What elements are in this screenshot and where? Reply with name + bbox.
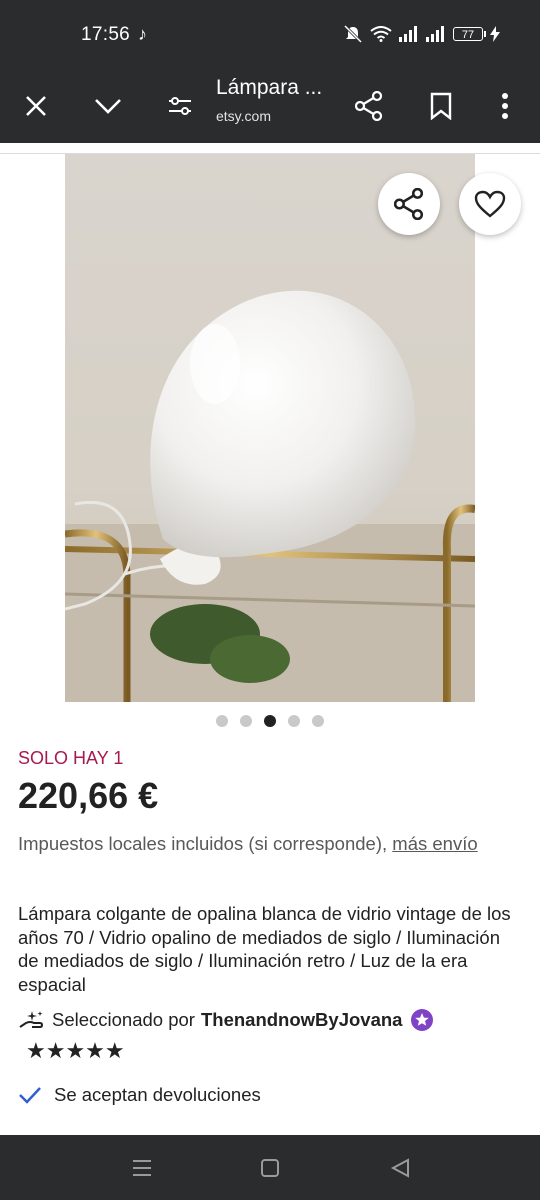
- rating-stars[interactable]: ★★★★★: [26, 1038, 125, 1064]
- listing-title: Lámpara colgante de opalina blanca de vi…: [18, 903, 511, 995]
- share-icon: [394, 188, 424, 220]
- check-icon: [19, 1087, 41, 1104]
- pagination-dot[interactable]: [312, 715, 324, 727]
- tax-note: Impuestos locales incluidos (si correspo…: [18, 830, 518, 857]
- status-icons: 77: [343, 25, 500, 43]
- picked-by: Seleccionado por ThenandnowByJovana: [18, 1008, 434, 1032]
- page-title[interactable]: Lámpara ...: [216, 76, 322, 100]
- back-icon[interactable]: [385, 1153, 415, 1183]
- favorite-button[interactable]: [459, 173, 521, 235]
- more-vertical-icon[interactable]: [481, 82, 529, 130]
- share-image-button[interactable]: [378, 173, 440, 235]
- recents-icon[interactable]: [127, 1153, 157, 1183]
- product-image[interactable]: [65, 154, 475, 702]
- shop-name[interactable]: ThenandnowByJovana: [201, 1009, 402, 1031]
- charging-icon: [490, 26, 500, 42]
- signal-icon: [426, 26, 444, 42]
- wifi-icon: [370, 26, 392, 42]
- share-icon[interactable]: [345, 82, 393, 130]
- shipping-link[interactable]: más envío: [392, 833, 477, 854]
- hand-sparkle-icon: [19, 1011, 44, 1028]
- signal-icon: [399, 26, 417, 42]
- pagination-dot[interactable]: [216, 715, 228, 727]
- chevron-down-icon[interactable]: [84, 82, 132, 130]
- pagination-dot[interactable]: [288, 715, 300, 727]
- custom-tab-toolbar: Lámpara ... etsy.com: [0, 70, 540, 143]
- heart-icon: [474, 190, 506, 218]
- stock-badge: SOLO HAY 1: [18, 748, 124, 768]
- returns-policy: Se aceptan devoluciones: [18, 1084, 261, 1106]
- bookmark-icon[interactable]: [417, 82, 465, 130]
- returns-label: Se aceptan devoluciones: [54, 1084, 261, 1105]
- pagination-dot[interactable]: [240, 715, 252, 727]
- home-icon[interactable]: [255, 1153, 285, 1183]
- status-bar: 17:56 ♪ 77: [0, 0, 540, 70]
- mute-icon: [343, 25, 363, 43]
- image-pagination: [216, 715, 324, 727]
- star-seller-badge-icon: [411, 1009, 434, 1031]
- tax-text: Impuestos locales incluidos (si correspo…: [18, 833, 393, 854]
- close-icon[interactable]: [12, 82, 60, 130]
- battery-icon: 77: [453, 27, 486, 41]
- price: 220,66 €: [18, 775, 159, 816]
- page-url[interactable]: etsy.com: [216, 108, 271, 124]
- tiktok-icon: ♪: [138, 24, 147, 44]
- settings-sliders-icon[interactable]: [156, 82, 204, 130]
- pagination-dot[interactable]: [264, 715, 276, 727]
- picked-prefix: Seleccionado por: [52, 1009, 195, 1030]
- system-navigation-bar: [0, 1135, 540, 1200]
- status-time: 17:56: [81, 24, 131, 45]
